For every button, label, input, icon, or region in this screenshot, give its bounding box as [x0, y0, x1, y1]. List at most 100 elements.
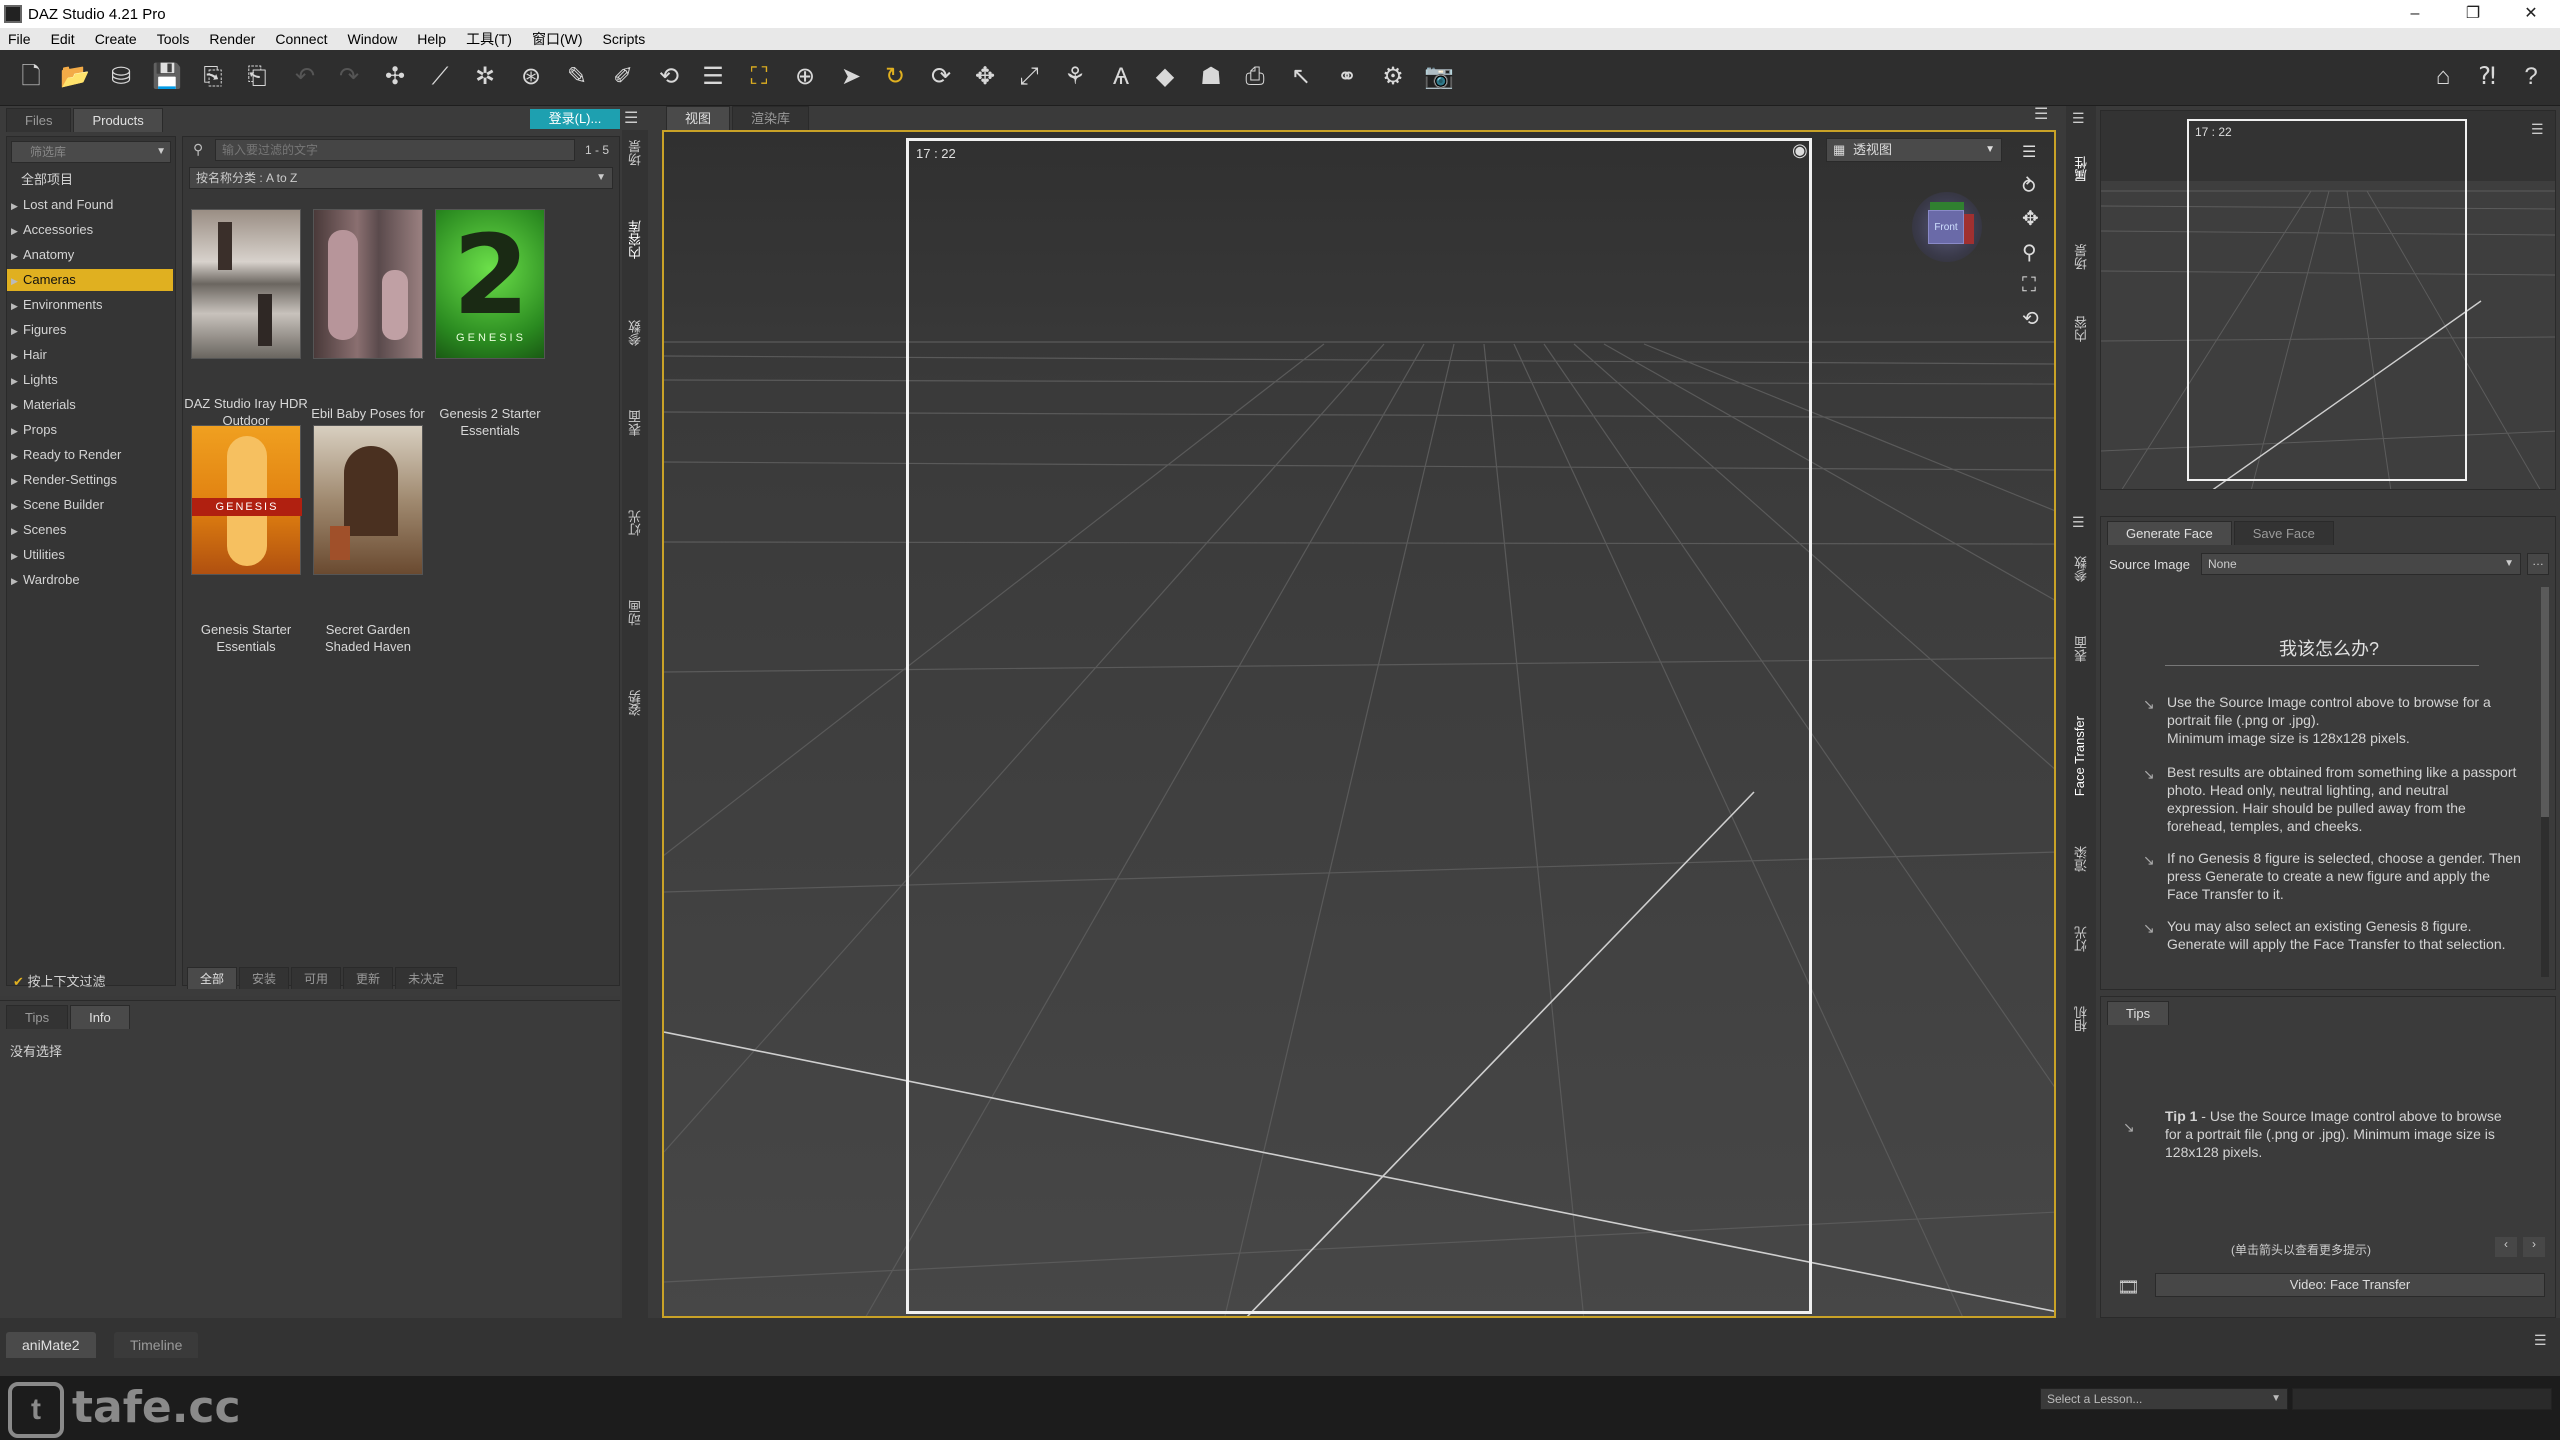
- expand-arrow-icon[interactable]: ▶: [11, 245, 23, 267]
- video-face-transfer-button[interactable]: Video: Face Transfer: [2155, 1273, 2545, 1297]
- new-file-icon[interactable]: 🗋: [16, 62, 46, 92]
- viewport-options-icon[interactable]: ◉: [1792, 140, 1808, 161]
- close-button[interactable]: ✕: [2502, 0, 2560, 28]
- tabbar-menu-icon[interactable]: ☰: [2072, 514, 2085, 531]
- translate-icon[interactable]: ✥: [970, 62, 1000, 92]
- node-selection-icon[interactable]: ✣: [380, 62, 410, 92]
- frame-camera-icon[interactable]: ⛶: [2022, 274, 2036, 297]
- expand-arrow-icon[interactable]: ▶: [11, 345, 23, 367]
- tabbar-menu-icon[interactable]: ☰: [2072, 110, 2085, 127]
- tree-item-category[interactable]: ▶ Hair: [7, 344, 173, 366]
- panel-menu-icon[interactable]: ☰: [624, 108, 638, 128]
- select-cursor-icon[interactable]: ➤: [836, 62, 866, 92]
- tree-item-category[interactable]: ▶ Anatomy: [7, 244, 173, 266]
- side-tab-camera-right[interactable]: 相机: [2072, 1006, 2091, 1032]
- side-tab-animation[interactable]: 动画: [626, 600, 645, 626]
- tree-item-all[interactable]: 全部项目: [21, 169, 73, 191]
- tab-tips-right[interactable]: Tips: [2107, 1001, 2170, 1025]
- menu-tools-cn[interactable]: 工具(T): [466, 29, 512, 49]
- orbit-camera-icon[interactable]: ⥁: [2022, 174, 2036, 199]
- context-filter-checkbox[interactable]: ✔ 按上下文过滤: [13, 971, 106, 990]
- rotate-active-icon[interactable]: ↻: [880, 62, 910, 92]
- side-tab-lights[interactable]: 灯光: [626, 510, 645, 536]
- geometry-editor-icon[interactable]: ⊛: [516, 62, 546, 92]
- product-thumb-baby-poses[interactable]: [313, 209, 423, 359]
- import-icon[interactable]: ⎘: [198, 62, 228, 92]
- tree-item-category[interactable]: ▶ Ready to Render: [7, 444, 173, 466]
- expand-arrow-icon[interactable]: ▶: [11, 395, 23, 417]
- login-button[interactable]: 登录(L)...: [530, 109, 620, 129]
- align-icon[interactable]: ☰: [698, 62, 728, 92]
- universal-tool-icon[interactable]: ⊕: [790, 62, 820, 92]
- redo-icon[interactable]: ↷: [334, 62, 364, 92]
- main-viewport[interactable]: 17 : 22 ◉ ▦ 透视图 ▼ Front ☰ ⥁ ✥ ⚲ ⛶ ⟲: [662, 130, 2056, 1318]
- source-image-browse-button[interactable]: …: [2527, 553, 2549, 575]
- prev-tip-button[interactable]: ‹: [2495, 1237, 2517, 1257]
- active-pose-icon[interactable]: ✎: [562, 62, 592, 92]
- expand-arrow-icon[interactable]: ▶: [11, 320, 23, 342]
- viewport-menu-icon[interactable]: ☰: [2022, 142, 2036, 162]
- view-select[interactable]: ▦ 透视图 ▼: [1826, 138, 2002, 162]
- undo-icon[interactable]: ↶: [290, 62, 320, 92]
- joint-editor-icon[interactable]: ⟋: [425, 62, 455, 92]
- menu-create[interactable]: Create: [95, 31, 137, 47]
- side-tab-properties[interactable]: 属性: [2072, 156, 2091, 182]
- scale-icon[interactable]: ⤢: [1014, 62, 1044, 92]
- help-icon[interactable]: ?: [2516, 62, 2546, 92]
- render-settings-icon[interactable]: ⎙: [1240, 62, 1270, 92]
- side-tab-scene-right[interactable]: 场景: [2072, 244, 2091, 270]
- expand-arrow-icon[interactable]: ▶: [11, 220, 23, 242]
- tree-item-category[interactable]: ▶ Wardrobe: [7, 569, 173, 591]
- tree-item-category[interactable]: ▶ Scenes: [7, 519, 173, 541]
- menu-render[interactable]: Render: [209, 31, 255, 47]
- tree-item-category[interactable]: ▶ Figures: [7, 319, 173, 341]
- expand-arrow-icon[interactable]: ▶: [11, 495, 23, 517]
- expand-arrow-icon[interactable]: ▶: [11, 445, 23, 467]
- menu-help[interactable]: Help: [417, 31, 446, 47]
- tree-item-category[interactable]: ▶ Lost and Found: [7, 194, 173, 216]
- side-tab-content-right[interactable]: 内容: [2072, 316, 2091, 342]
- tree-item-category[interactable]: ▶ Environments: [7, 294, 173, 316]
- tab-info[interactable]: Info: [70, 1005, 130, 1029]
- tab-animate2[interactable]: aniMate2: [6, 1332, 96, 1358]
- side-tab-lights-right[interactable]: 灯光: [2072, 926, 2091, 952]
- view-cube[interactable]: Front: [1912, 192, 1982, 262]
- tab-files[interactable]: Files: [6, 108, 72, 132]
- menu-connect[interactable]: Connect: [275, 31, 327, 47]
- filter-tab-updates[interactable]: 更新: [343, 967, 394, 989]
- side-tab-scene[interactable]: 场景: [626, 140, 645, 166]
- export-icon[interactable]: ⎗: [242, 62, 272, 92]
- expand-arrow-icon[interactable]: ▶: [11, 420, 23, 442]
- whats-this-icon[interactable]: ⁈: [2472, 62, 2502, 92]
- lesson-select[interactable]: Select a Lesson... ▼: [2040, 1388, 2288, 1410]
- aux-viewport[interactable]: 17 : 22 ☰: [2100, 110, 2556, 490]
- menu-window-cn[interactable]: 窗口(W): [532, 29, 583, 49]
- tab-tips[interactable]: Tips: [6, 1005, 69, 1029]
- expand-arrow-icon[interactable]: ▶: [11, 295, 23, 317]
- tab-render-library[interactable]: 渲染库: [732, 106, 810, 130]
- tree-item-category[interactable]: ▶ Render-Settings: [7, 469, 173, 491]
- menu-edit[interactable]: Edit: [51, 31, 75, 47]
- category-filter-select[interactable]: 筛选库 ▼: [11, 141, 171, 163]
- expand-arrow-icon[interactable]: ▶: [11, 470, 23, 492]
- tree-item-category[interactable]: ▶ Props: [7, 419, 173, 441]
- expand-arrow-icon[interactable]: ▶: [11, 195, 23, 217]
- save-icon[interactable]: 💾: [152, 62, 182, 92]
- menu-scripts[interactable]: Scripts: [603, 31, 646, 47]
- side-tab-content[interactable]: 内容库: [626, 220, 645, 259]
- home-icon[interactable]: ⌂: [2428, 62, 2458, 92]
- maximize-button[interactable]: ❐: [2444, 0, 2502, 28]
- product-thumb-genesis[interactable]: GENESIS: [191, 425, 302, 575]
- tree-item-category[interactable]: ▶ Cameras: [7, 269, 173, 291]
- sort-select[interactable]: 按名称分类 : A to Z ▼: [189, 167, 613, 189]
- node-weight-icon[interactable]: ✲: [470, 62, 500, 92]
- reset-camera-icon[interactable]: ⟲: [2022, 306, 2039, 331]
- product-thumb-hdr[interactable]: [191, 209, 301, 359]
- side-tab-pose[interactable]: 姿势: [626, 690, 645, 716]
- link-tool-icon[interactable]: ⚭: [1332, 62, 1362, 92]
- tab-generate-face[interactable]: Generate Face: [2107, 521, 2232, 545]
- menu-file[interactable]: File: [8, 31, 31, 47]
- surface-tool-icon[interactable]: ◆: [1150, 62, 1180, 92]
- product-thumb-secret-garden[interactable]: [313, 425, 423, 575]
- filter-tab-available[interactable]: 可用: [291, 967, 342, 989]
